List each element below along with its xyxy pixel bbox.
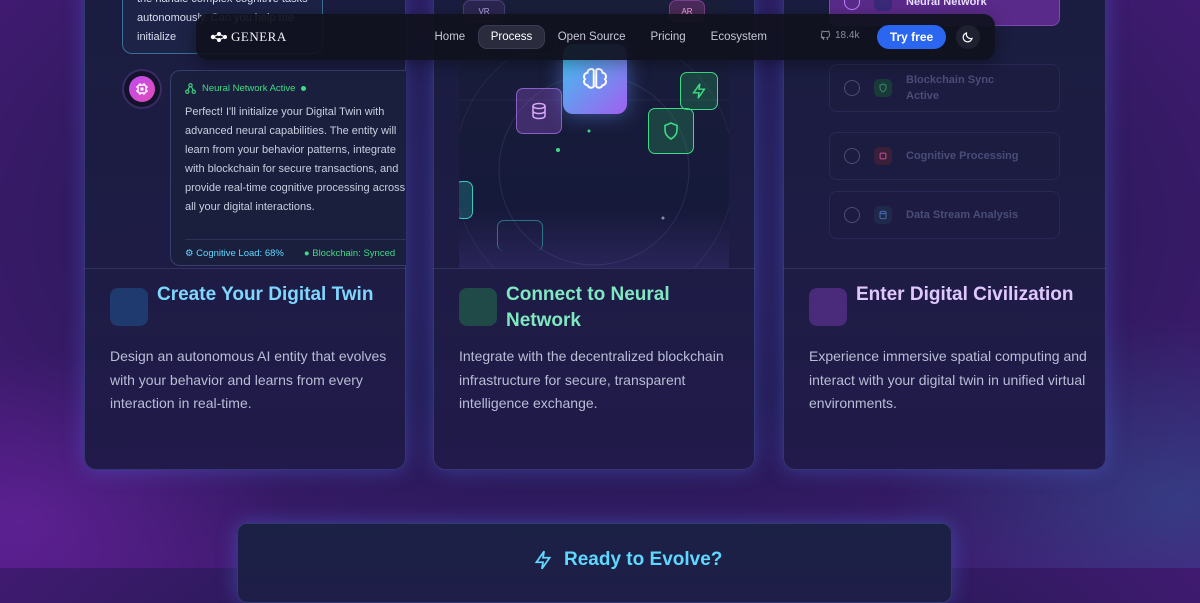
lightning-node (680, 72, 718, 110)
step-icon (110, 288, 148, 326)
task-item-cognitive: Cognitive Processing (829, 132, 1060, 180)
ai-message: Neural Network Active Perfect! I'll init… (170, 70, 406, 266)
moon-icon (962, 32, 973, 43)
database-icon (532, 102, 546, 120)
shield-icon (664, 122, 678, 140)
status-dot (301, 86, 307, 91)
nav-link-pricing[interactable]: Pricing (638, 25, 698, 49)
nav-link-open-source[interactable]: Open Source (545, 25, 638, 49)
logo-icon (210, 32, 227, 42)
task-item-blockchain: Blockchain Sync Active (829, 64, 1060, 112)
step-card-connect-network: VR AR Connect to Neural Network Integrat… (433, 0, 755, 470)
task-label: Neural Network (906, 0, 987, 8)
status-label: Neural Network Active (202, 83, 296, 94)
card-title: Create Your Digital Twin (157, 284, 374, 305)
activity-icon: ⚙ (185, 248, 194, 259)
message-footer: ⚙ Cognitive Load: 68% ● Blockchain: Sync… (185, 239, 406, 259)
ai-avatar (124, 71, 160, 107)
network-icon (185, 83, 196, 94)
divider (783, 268, 1106, 269)
chip-node (497, 220, 543, 251)
task-item-datastream: Data Stream Analysis (829, 191, 1060, 239)
github-icon (820, 30, 831, 41)
brand-name: GENERA (231, 29, 287, 44)
chip-icon (874, 147, 892, 165)
nav-link-home[interactable]: Home (422, 25, 478, 49)
nav-link-process[interactable]: Process (477, 25, 546, 49)
task-status-icon (844, 148, 860, 164)
brain-icon (583, 67, 607, 89)
shield-node (648, 108, 694, 154)
card-description: Experience immersive spatial computing a… (809, 348, 1087, 411)
divider (433, 268, 755, 269)
task-label: Cognitive Processing (906, 150, 1019, 162)
task-label: Data Stream Analysis (906, 209, 1019, 221)
divider (84, 268, 406, 269)
shield-icon (874, 79, 892, 97)
card-title: Enter Digital Civilization (856, 284, 1074, 305)
step-icon (459, 288, 497, 326)
stars-count: 18.4k (835, 30, 860, 41)
message-text: Perfect! I'll initialize your Digital Tw… (185, 106, 406, 213)
nav-link-ecosystem[interactable]: Ecosystem (698, 25, 779, 49)
edge-node (459, 181, 473, 219)
step-card-enter-civilization: Neural Network Blockchain Sync Active Co… (783, 0, 1106, 470)
step-card-create-twin: the handle complex cognitive tasks auton… (84, 0, 406, 470)
theme-toggle-button[interactable] (956, 25, 980, 49)
task-status-icon (844, 80, 860, 96)
message-status: Neural Network Active (185, 83, 406, 94)
brand-logo[interactable]: GENERA (210, 29, 287, 45)
card-description: Integrate with the decentralized blockch… (459, 348, 724, 411)
task-status-icon (844, 0, 860, 10)
github-stars[interactable]: 18.4k (820, 30, 859, 41)
lightning-icon (692, 83, 706, 99)
task-status-icon (844, 207, 860, 223)
nav-links: Home Process Open Source Pricing Ecosyst… (422, 25, 779, 49)
task-label: Blockchain Sync Active (906, 74, 995, 102)
top-navbar: GENERA Home Process Open Source Pricing … (196, 14, 995, 60)
card-title: Connect to Neural Network (506, 284, 670, 331)
cognitive-load: Cognitive Load: 68% (196, 248, 284, 259)
brain-icon (874, 0, 892, 11)
chip-icon (136, 83, 148, 95)
database-icon (874, 206, 892, 224)
cta-section: Ready to Evolve? (237, 523, 952, 603)
card-description: Design an autonomous AI entity that evol… (110, 348, 387, 411)
step-icon (809, 288, 847, 326)
blockchain-status: Blockchain: Synced (312, 248, 396, 259)
database-node (516, 88, 562, 134)
try-free-button[interactable]: Try free (877, 25, 946, 49)
